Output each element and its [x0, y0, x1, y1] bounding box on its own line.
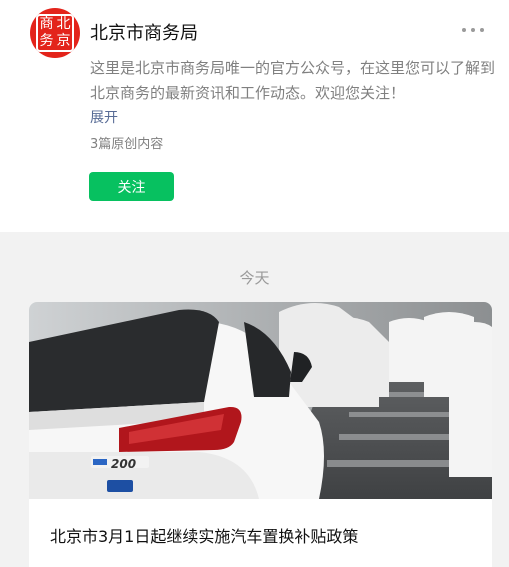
account-profile: 商 北 务 京 北京市商务局 这里是北京市商务局唯一的官方公众号，在这里您可以了… [0, 0, 509, 232]
article-title: 北京市3月1日起继续实施汽车置换补贴政策 [50, 527, 359, 546]
more-options-icon[interactable] [462, 22, 492, 38]
account-description: 这里是北京市商务局唯一的官方公众号，在这里您可以了解到北京商务的最新资讯和工作动… [90, 59, 496, 102]
cover-badge-text: 200 [111, 457, 136, 471]
avatar[interactable]: 商 北 务 京 [30, 8, 80, 58]
expand-link[interactable]: 展开 [90, 107, 118, 127]
account-name: 北京市商务局 [90, 23, 198, 44]
avatar-char: 京 [56, 33, 71, 49]
article-cover-image: 200 [29, 302, 492, 499]
avatar-char: 北 [56, 16, 71, 32]
date-label: 今天 [239, 269, 270, 287]
article-feed: 今天 200 北京市3月1日起继续实施汽车置换补贴政策 [0, 232, 509, 567]
avatar-seal-logo: 商 北 务 京 [36, 14, 74, 52]
avatar-char: 商 [39, 16, 54, 32]
article-card[interactable]: 200 北京市3月1日起继续实施汽车置换补贴政策 [29, 302, 492, 567]
avatar-char: 务 [39, 33, 54, 49]
follow-button[interactable]: 关注 [89, 172, 174, 201]
original-count: 3篇原创内容 [90, 137, 164, 152]
